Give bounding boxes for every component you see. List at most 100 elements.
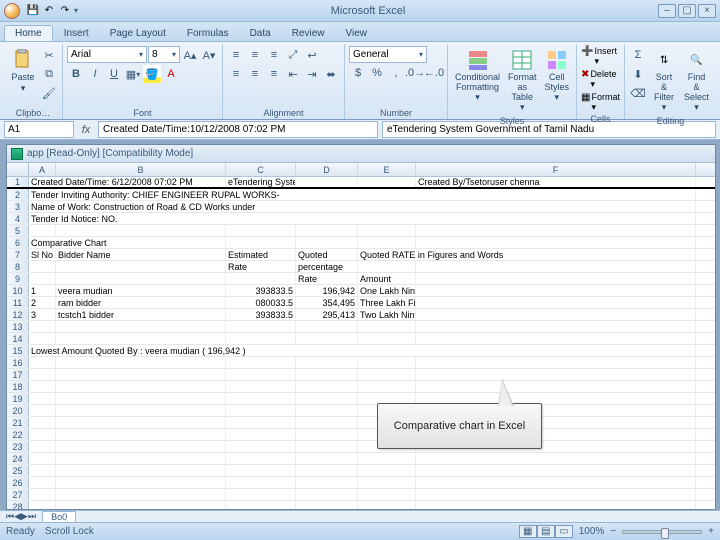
row-header[interactable]: 6 <box>7 237 29 248</box>
cell[interactable] <box>226 393 296 404</box>
table-row[interactable]: 15Lowest Amount Quoted By : veera mudian… <box>7 345 715 357</box>
cell[interactable] <box>296 369 358 380</box>
decrease-indent-button[interactable]: ⇤ <box>284 65 302 83</box>
row-header[interactable]: 2 <box>7 189 29 200</box>
cell[interactable]: One Lakh Ninty Six Thousand Nine Hundred… <box>358 285 416 296</box>
table-row[interactable]: 9RateAmount <box>7 273 715 285</box>
cell[interactable] <box>29 333 56 344</box>
cell[interactable] <box>296 405 358 416</box>
cell[interactable]: Sl No <box>29 249 56 260</box>
col-header-D[interactable]: D <box>296 163 358 176</box>
cell[interactable] <box>226 477 296 488</box>
cell[interactable] <box>56 369 226 380</box>
cell[interactable] <box>296 177 358 187</box>
table-row[interactable]: 28 <box>7 501 715 509</box>
cell[interactable] <box>296 441 358 452</box>
grow-font-button[interactable]: A▴ <box>181 46 199 64</box>
shrink-font-button[interactable]: A▾ <box>200 46 218 64</box>
table-row[interactable]: 19 <box>7 393 715 405</box>
row-header[interactable]: 25 <box>7 465 29 476</box>
row-header[interactable]: 8 <box>7 261 29 272</box>
cell[interactable]: tcstch1 bidder <box>56 309 226 320</box>
table-row[interactable]: 14 <box>7 333 715 345</box>
cell[interactable] <box>416 237 696 248</box>
cell[interactable] <box>358 489 416 500</box>
cell[interactable] <box>29 501 56 509</box>
tab-data[interactable]: Data <box>240 26 281 41</box>
formula-input[interactable]: Created Date/Time:10/12/2008 07:02 PM <box>98 121 378 138</box>
cell[interactable]: 2 <box>29 297 56 308</box>
table-row[interactable]: 23 <box>7 441 715 453</box>
office-button[interactable] <box>4 3 20 19</box>
table-row[interactable]: 21 <box>7 417 715 429</box>
cell[interactable] <box>226 501 296 509</box>
cell[interactable] <box>296 429 358 440</box>
cell[interactable] <box>416 453 696 464</box>
row-header[interactable]: 21 <box>7 417 29 428</box>
cell[interactable]: ram bidder <box>56 297 226 308</box>
cell[interactable] <box>358 477 416 488</box>
cell[interactable] <box>226 441 296 452</box>
sheet-tab[interactable]: Bo0 <box>42 511 76 523</box>
row-header[interactable]: 4 <box>7 213 29 224</box>
tab-formulas[interactable]: Formulas <box>177 26 239 41</box>
align-center-button[interactable]: ≡ <box>246 65 264 83</box>
col-header-C[interactable]: C <box>226 163 296 176</box>
sort-filter-button[interactable]: ⇅Sort & Filter ▾ <box>649 46 679 115</box>
table-row[interactable]: 7Sl NoBidder NameEstimatedQuotedQuoted R… <box>7 249 715 261</box>
cell[interactable]: Quoted <box>296 249 358 260</box>
border-button[interactable]: ▦▾ <box>124 65 142 83</box>
wrap-text-button[interactable]: ↩ <box>303 46 321 64</box>
cell[interactable] <box>226 489 296 500</box>
row-header[interactable]: 20 <box>7 405 29 416</box>
cell[interactable]: Created By/Tsetoruser chenna <box>416 177 696 187</box>
col-header-F[interactable]: F <box>416 163 696 176</box>
cell[interactable]: Comparative Chart <box>29 237 226 248</box>
cell[interactable] <box>416 225 696 236</box>
bold-button[interactable]: B <box>67 65 85 83</box>
cell[interactable] <box>29 429 56 440</box>
increase-indent-button[interactable]: ⇥ <box>303 65 321 83</box>
cell[interactable] <box>29 489 56 500</box>
cell[interactable] <box>416 477 696 488</box>
cell[interactable] <box>56 225 226 236</box>
table-row[interactable]: 8Ratepercentage <box>7 261 715 273</box>
cell[interactable] <box>296 453 358 464</box>
orientation-button[interactable]: ⤢ <box>284 46 302 64</box>
table-row[interactable]: 17 <box>7 369 715 381</box>
row-header[interactable]: 13 <box>7 321 29 332</box>
cell[interactable] <box>416 501 696 509</box>
row-header[interactable]: 3 <box>7 201 29 212</box>
row-header[interactable]: 22 <box>7 429 29 440</box>
font-size-combo[interactable]: 8▾ <box>148 46 180 63</box>
close-button[interactable]: × <box>698 4 716 18</box>
cell[interactable] <box>226 321 296 332</box>
col-header-E[interactable]: E <box>358 163 416 176</box>
cell[interactable]: 1 <box>29 285 56 296</box>
cell[interactable]: 196,942 <box>296 285 358 296</box>
cell[interactable] <box>226 369 296 380</box>
tab-review[interactable]: Review <box>282 26 335 41</box>
cell[interactable] <box>358 237 416 248</box>
cell[interactable] <box>226 417 296 428</box>
cell[interactable] <box>56 429 226 440</box>
insert-cells-button[interactable]: ➕Insert ▾ <box>581 46 620 67</box>
cell[interactable] <box>416 489 696 500</box>
table-row[interactable]: 1Created Date/Time: 6/12/2008 07:02 PMeT… <box>7 177 715 189</box>
table-row[interactable]: 6Comparative Chart <box>7 237 715 249</box>
select-all-corner[interactable] <box>7 163 29 176</box>
delete-cells-button[interactable]: ✖Delete ▾ <box>581 69 620 90</box>
cell[interactable] <box>29 453 56 464</box>
tab-home[interactable]: Home <box>4 25 53 41</box>
cell[interactable] <box>358 225 416 236</box>
paste-button[interactable]: Paste▾ <box>8 46 38 96</box>
cell[interactable]: Created Date/Time: 6/12/2008 07:02 PM <box>29 177 226 187</box>
underline-button[interactable]: U <box>105 65 123 83</box>
cell[interactable] <box>56 453 226 464</box>
cell[interactable] <box>226 465 296 476</box>
align-right-button[interactable]: ≡ <box>265 65 283 83</box>
cell[interactable] <box>29 357 56 368</box>
cell[interactable] <box>56 405 226 416</box>
cell[interactable] <box>358 453 416 464</box>
cell[interactable] <box>358 369 416 380</box>
